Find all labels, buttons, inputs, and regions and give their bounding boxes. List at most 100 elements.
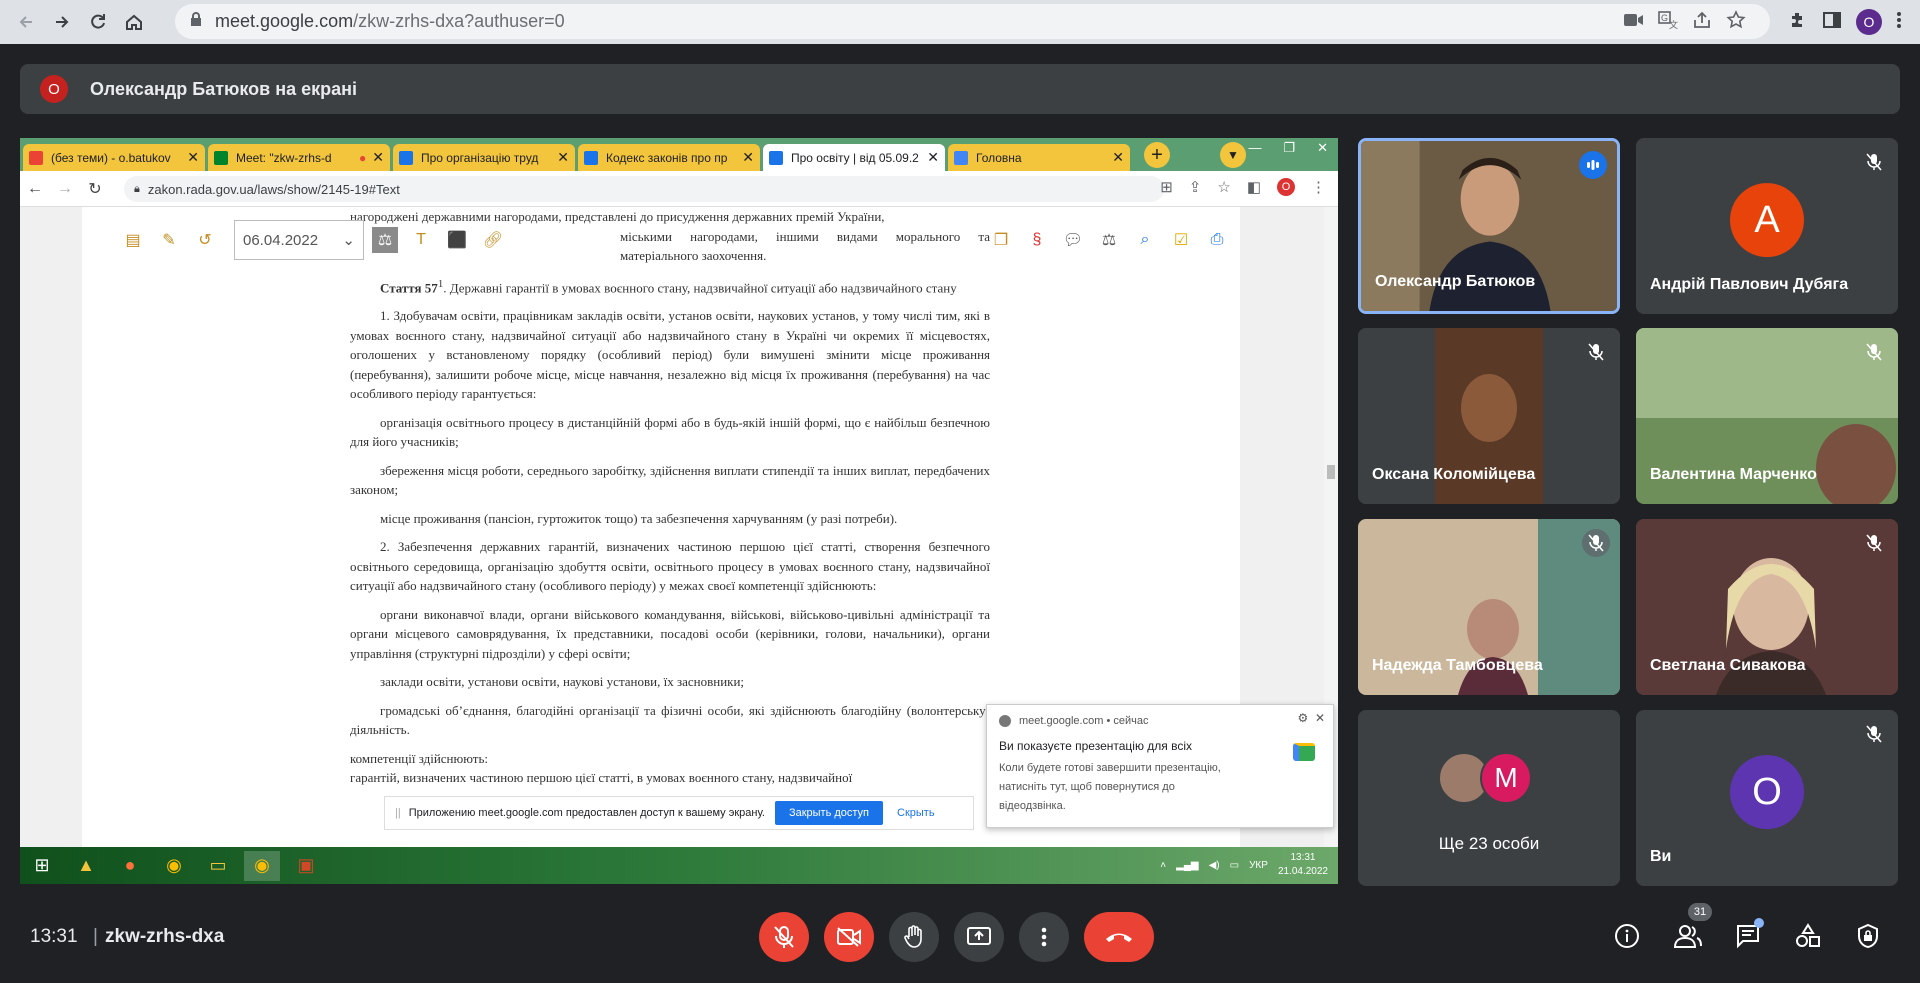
hand-icon [904, 925, 922, 948]
more-participants-tile[interactable]: M Ще 23 особи [1358, 710, 1620, 886]
powerpoint-icon: ▣ [297, 855, 315, 875]
profile-avatar[interactable]: O [1856, 9, 1882, 35]
host-controls-button[interactable] [1848, 916, 1888, 956]
close-window-icon: ✕ [1317, 140, 1328, 155]
stop-sharing-button: Закрыть доступ [774, 801, 884, 825]
bookmark-star-icon[interactable] [1726, 9, 1746, 35]
meet-icon [214, 150, 228, 165]
extensions-icon[interactable] [1788, 10, 1808, 35]
meet-icon [1293, 743, 1315, 761]
presenting-notification: meet.google.com • сейчас ⚙ ✕ Ви показуєт… [986, 704, 1334, 828]
shared-tab-label: Головна [976, 150, 1022, 165]
shared-address-bar: 🔒︎ zakon.rada.gov.ua/laws/show/2145-19#T… [124, 176, 1164, 202]
show-everyone-button[interactable] [1668, 916, 1708, 956]
self-tile[interactable]: O Ви [1636, 710, 1898, 886]
meeting-details-button[interactable] [1607, 916, 1647, 956]
drag-handle-icon: || [395, 807, 401, 819]
self-avatar: O [1730, 755, 1804, 830]
doc-paragraph: громадські об’єднання, благодійні органі… [350, 702, 990, 738]
participant-tile[interactable]: Олександр Батюков [1358, 138, 1620, 314]
notification-time: • сейчас [1106, 715, 1149, 727]
people-icon [1673, 925, 1702, 948]
self-name: Ви [1650, 848, 1672, 865]
share-icon[interactable] [1692, 10, 1712, 35]
document-icon [954, 150, 968, 165]
mic-off-icon [1860, 529, 1888, 557]
scales-icon: ⚖ [372, 227, 398, 253]
present-screen-icon [967, 927, 991, 945]
windows-taskbar: ⊞ ▲ ● ◉ ▭ ◉ ▣ ˄ ▂▄▆ ◀) ▭ УКР 13:31 21.04… [20, 847, 1338, 884]
participant-tile[interactable]: Оксана Коломійцева [1358, 328, 1620, 504]
participant-name: Валентина Марченко [1650, 466, 1817, 483]
camera-off-icon [837, 927, 861, 947]
taskbar-clock: 13:31 21.04.2022 [1278, 851, 1328, 879]
menu-icon[interactable] [1896, 10, 1902, 35]
camera-blocked-icon[interactable] [1624, 13, 1644, 32]
participant-count-badge: 31 [1688, 903, 1712, 921]
taskbar-date: 21.04.2022 [1277, 866, 1328, 877]
shared-tab-label: Кодекс законів про пр [606, 150, 728, 165]
maximize-icon: ❐ [1283, 140, 1296, 155]
raise-hand-button[interactable] [889, 912, 939, 962]
article-heading: Стаття 571. Державні гарантії в умовах в… [350, 275, 990, 298]
present-now-button[interactable] [954, 912, 1004, 962]
taskbar-time: 13:31 [1290, 852, 1316, 863]
doc-paragraph: 2. Забезпечення державних гарантій, визн… [350, 539, 990, 594]
back-icon[interactable] [8, 4, 44, 40]
leave-call-button[interactable] [1084, 912, 1154, 962]
profile-avatar: O [1277, 178, 1295, 196]
shared-tab-label: (без теми) - o.batukov [51, 150, 171, 165]
bookmark-star-icon: ☆ [1217, 179, 1231, 196]
comments-icon: 💬︎ [1062, 232, 1084, 249]
mic-off-icon [1860, 720, 1888, 748]
shared-tab: (без теми) - o.batukov ✕ [23, 144, 205, 171]
presenter-avatar: О [40, 75, 68, 103]
pdf-icon: ⬛ [447, 232, 467, 249]
participant-tile[interactable]: А Андрій Павлович Дубяга [1636, 138, 1898, 314]
close-icon: ✕ [557, 149, 569, 165]
text-icon: T [416, 231, 426, 248]
shared-tab-label: Про організацію труд [421, 150, 539, 165]
app-icon: ▲ [77, 855, 95, 875]
forward-icon[interactable] [44, 4, 80, 40]
new-tab-icon: + [1144, 142, 1170, 168]
doc-paragraph: 1. Здобувачам освіти, працівникам заклад… [350, 308, 990, 402]
info-icon [1615, 924, 1639, 948]
shared-tab-active: Про освіту | від 05.09.2 ✕ [763, 144, 945, 171]
shared-tab-strip: (без теми) - o.batukov ✕ Meet: "zkw-zrhs… [20, 138, 1338, 171]
more-options-button[interactable] [1019, 912, 1069, 962]
lock-icon: 🔒︎ [134, 182, 140, 195]
participant-tile[interactable]: Надежда Тамбовцева [1358, 519, 1620, 695]
mic-off-icon [1860, 148, 1888, 176]
doc-paragraph: заклади освіти, установи освіти, наукові… [380, 674, 745, 690]
svg-text:文: 文 [1669, 19, 1678, 30]
tray-chevron-icon: ˄ [1160, 859, 1167, 871]
mic-off-icon [1582, 529, 1610, 557]
firefox-icon: ● [124, 855, 136, 875]
translate-icon[interactable]: G文 [1658, 10, 1678, 35]
participant-tile[interactable]: Светлана Сивакова [1636, 519, 1898, 695]
more-participants-label: Ще 23 особи [1438, 834, 1540, 853]
side-panel-icon[interactable] [1822, 10, 1842, 35]
participant-tile[interactable]: Валентина Марченко [1636, 328, 1898, 504]
reload-icon[interactable] [80, 4, 116, 40]
shared-tab-label: Meet: "zkw-zrhs-d [236, 150, 332, 165]
close-icon: ✕ [927, 149, 939, 165]
activities-button[interactable] [1788, 916, 1828, 956]
scales-icon: ⚖ [1101, 232, 1117, 249]
doc-line: гарантій, визначених частиною першою ціє… [350, 770, 853, 786]
sharing-info-text: Приложению meet.google.com предоставлен … [408, 807, 765, 819]
notification-message: Коли будете готові завершити презентацію… [999, 762, 1221, 812]
participant-avatar: А [1730, 183, 1804, 258]
toggle-camera-button[interactable] [824, 912, 874, 962]
toggle-mic-button[interactable] [759, 912, 809, 962]
mic-off-icon [774, 926, 794, 948]
recording-dot-icon: ● [359, 150, 367, 165]
doc-paragraph: місце проживання (пансіон, гуртожиток то… [380, 510, 898, 526]
translate-icon: ⊞ [1160, 179, 1173, 196]
article-title: Стаття 57 [380, 279, 438, 295]
browser-toolbar: meet.google.com/zkw-zrhs-dxa?authuser=0 … [0, 0, 1920, 44]
home-icon[interactable] [116, 4, 152, 40]
address-bar[interactable]: meet.google.com/zkw-zrhs-dxa?authuser=0 [175, 4, 1770, 39]
shared-tab: Про організацію труд ✕ [393, 144, 575, 171]
